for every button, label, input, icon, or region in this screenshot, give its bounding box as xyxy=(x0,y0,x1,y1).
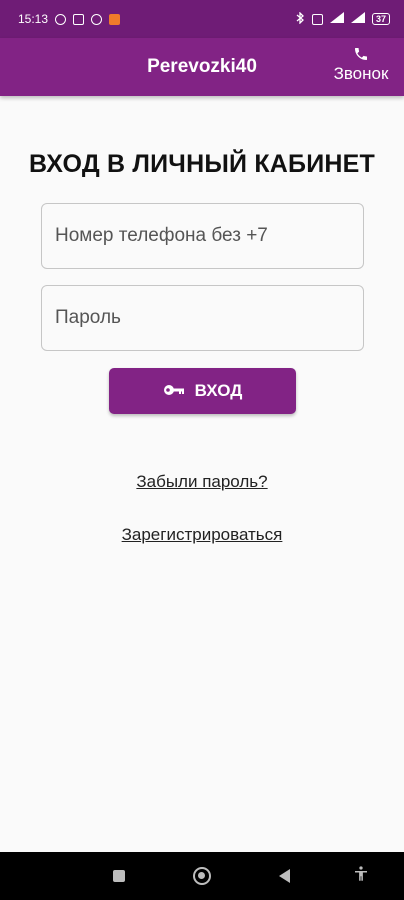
recents-icon xyxy=(113,870,125,882)
signal-icon-2 xyxy=(350,12,365,26)
back-icon xyxy=(278,869,290,883)
password-input[interactable] xyxy=(42,286,363,350)
forgot-password-row: Забыли пароль? xyxy=(0,472,404,492)
app-bar: Perevozki40 Звонок xyxy=(0,38,404,96)
check-circle-icon xyxy=(91,13,103,25)
page-title: ВХОД В ЛИЧНЫЙ КАБИНЕТ xyxy=(29,150,375,178)
bluetooth-icon xyxy=(296,10,305,27)
login-button-label: ВХОД xyxy=(194,381,243,400)
hd-icon xyxy=(311,13,323,25)
sync-off-icon xyxy=(55,13,67,25)
recents-button[interactable] xyxy=(99,852,139,900)
home-icon xyxy=(193,867,211,885)
phone-icon xyxy=(328,46,394,62)
call-label: Звонок xyxy=(333,64,389,83)
navigation-bar xyxy=(0,852,404,900)
accessibility-button[interactable] xyxy=(341,852,381,900)
signal-icon xyxy=(329,12,344,26)
register-link[interactable]: Зарегистрироваться xyxy=(122,525,283,544)
phone-input[interactable] xyxy=(42,204,363,268)
app-notification-icon xyxy=(109,13,121,25)
forgot-password-link[interactable]: Забыли пароль? xyxy=(136,472,267,491)
call-button[interactable]: Звонок xyxy=(328,46,394,92)
password-field xyxy=(41,285,364,351)
key-icon xyxy=(163,381,185,401)
register-row: Зарегистрироваться xyxy=(0,525,404,545)
message-icon xyxy=(73,13,85,25)
status-bar: 15:13 37 xyxy=(0,0,404,38)
login-button[interactable]: ВХОД xyxy=(109,368,296,414)
battery-level: 37 xyxy=(375,14,386,24)
battery-icon: 37 xyxy=(371,13,390,25)
phone-field xyxy=(41,203,364,269)
status-time: 15:13 xyxy=(18,12,49,26)
accessibility-icon xyxy=(352,865,370,888)
home-button[interactable] xyxy=(182,852,222,900)
back-button[interactable] xyxy=(264,852,304,900)
